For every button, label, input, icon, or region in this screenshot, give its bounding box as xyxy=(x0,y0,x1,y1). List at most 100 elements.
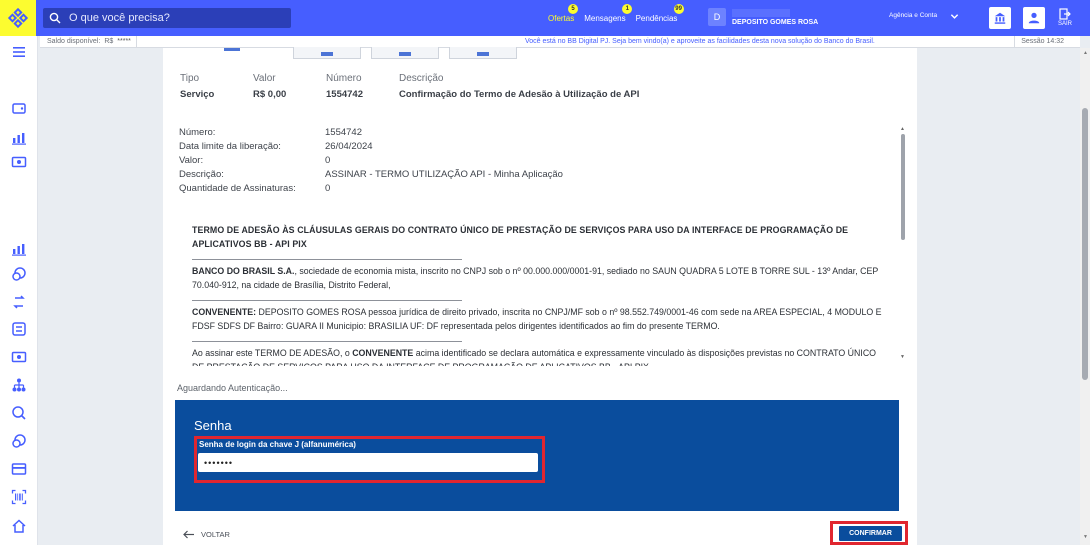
back-button[interactable]: VOLTAR xyxy=(183,530,230,539)
balance[interactable]: Saldo disponível: R$ ***** xyxy=(40,36,137,47)
arrow-left-icon xyxy=(183,530,194,539)
confirm-highlight: CONFIRMAR xyxy=(830,521,908,545)
summary-value-numero: 1554742 xyxy=(326,89,363,100)
bb-logo[interactable] xyxy=(0,0,36,36)
detail-value: 1554742 xyxy=(325,127,362,138)
term-title: TERMO DE ADESÃO ÀS CLÁUSULAS GERAIS DO C… xyxy=(192,225,849,249)
summary-header-numero: Número xyxy=(326,73,362,84)
detail-value: ASSINAR - TERMO UTILIZAÇÃO API - Minha A… xyxy=(325,169,563,180)
tab-1[interactable] xyxy=(293,47,361,59)
auth-status: Aguardando Autenticação... xyxy=(177,383,288,393)
summary-value-tipo: Serviço xyxy=(180,89,215,100)
password-field-highlight: Senha de login da chave J (alfanumérica)… xyxy=(194,436,545,483)
detail-label: Número: xyxy=(179,127,216,138)
info-bar: Saldo disponível: R$ ***** Você está no … xyxy=(40,36,1080,48)
card-icon[interactable] xyxy=(11,461,27,477)
investments-icon[interactable] xyxy=(11,241,27,257)
wallet-icon[interactable] xyxy=(11,100,27,116)
detail-label: Data limite da liberação: xyxy=(179,141,281,152)
password-title: Senha xyxy=(194,418,232,433)
search-icon xyxy=(49,12,61,24)
nav-pendencias[interactable]: 99 Pendências xyxy=(635,4,684,23)
detail-value: 0 xyxy=(325,183,331,194)
transaction-details: Número: 1554742 Data limite da liberação:… xyxy=(179,126,563,196)
bank-accessibility-button[interactable] xyxy=(989,7,1011,29)
summary-value-valor: R$ 0,00 xyxy=(253,89,287,100)
cash-icon[interactable] xyxy=(11,154,27,170)
chart-icon[interactable] xyxy=(11,130,27,146)
user-icon xyxy=(1028,12,1040,24)
detail-value: 0 xyxy=(325,155,331,166)
balance-label: Saldo disponível: xyxy=(47,38,101,45)
top-nav: 5 Ofertas 1 Mensagens 99 Pendências xyxy=(548,4,684,23)
payments-icon[interactable] xyxy=(11,349,27,365)
tabs xyxy=(293,47,517,59)
summary-header-valor: Valor xyxy=(253,73,276,84)
term-document[interactable]: Número: 1554742 Data limite da liberação:… xyxy=(163,118,909,366)
sidebar xyxy=(0,36,38,545)
profile-button[interactable] xyxy=(1023,7,1045,29)
search-input[interactable]: O que você precisa? xyxy=(43,8,291,28)
transfer-icon[interactable] xyxy=(11,294,27,310)
company-name: DEPOSITO GOMES ROSA xyxy=(732,18,819,26)
document-scrollbar[interactable]: ▲ ▼ xyxy=(899,126,907,366)
pendencias-badge: 99 xyxy=(673,4,684,14)
scroll-up-icon[interactable]: ▲ xyxy=(900,126,905,132)
tab-indicator xyxy=(224,48,240,51)
nav-ofertas-label: Ofertas xyxy=(548,14,575,23)
avatar: D xyxy=(708,8,726,26)
logout-button[interactable]: SAIR xyxy=(1055,8,1075,27)
nav-pendencias-label: Pendências xyxy=(635,14,678,23)
tab-2[interactable] xyxy=(371,47,439,59)
page-scroll-up-icon[interactable]: ▲ xyxy=(1083,50,1088,56)
password-panel: Senha Senha de login da chave J (alfanum… xyxy=(175,400,899,511)
summary-header-tipo: Tipo xyxy=(180,73,200,84)
divider xyxy=(192,251,462,260)
detail-row: Quantidade de Assinaturas: 0 xyxy=(179,182,563,196)
term-convenente-text: DEPOSITO GOMES ROSA pessoa jurídica de d… xyxy=(192,307,882,331)
balance-value: ***** xyxy=(117,38,131,45)
home-icon[interactable] xyxy=(11,518,27,534)
detail-row: Data limite da liberação: 26/04/2024 xyxy=(179,140,563,154)
coins-icon[interactable] xyxy=(11,266,27,282)
detail-row: Descrição: ASSINAR - TERMO UTILIZAÇÃO API… xyxy=(179,168,563,182)
detail-value: 26/04/2024 xyxy=(325,141,373,152)
scroll-down-icon[interactable]: ▼ xyxy=(900,354,905,360)
page-scroll-down-icon[interactable]: ▼ xyxy=(1083,534,1088,540)
term-bank-paragraph: BANCO DO BRASIL S.A., sociedade de econo… xyxy=(192,264,886,292)
user-account[interactable]: D DEPOSITO GOMES ROSA xyxy=(708,8,818,26)
nav-mensagens[interactable]: 1 Mensagens xyxy=(584,4,633,23)
tab-3[interactable] xyxy=(449,47,517,59)
password-label: Senha de login da chave J (alfanumérica) xyxy=(199,440,356,449)
confirm-button[interactable]: CONFIRMAR xyxy=(839,526,902,541)
term-bank-name: BANCO DO BRASIL S.A. xyxy=(192,266,295,276)
bank-icon xyxy=(994,12,1006,24)
term-convenente-paragraph: CONVENENTE: DEPOSITO GOMES ROSA pessoa j… xyxy=(192,305,886,333)
loans-icon[interactable] xyxy=(11,433,27,449)
transaction-summary: Tipo Serviço Valor R$ 0,00 Número 155474… xyxy=(180,73,659,100)
org-chart-icon[interactable] xyxy=(11,377,27,393)
page-scrollbar[interactable]: ▲ ▼ xyxy=(1080,48,1090,545)
mensagens-badge: 1 xyxy=(622,4,633,14)
term-adhesion-pre: Ao assinar este TERMO DE ADESÃO, o xyxy=(192,348,353,358)
exchange-icon[interactable] xyxy=(11,321,27,337)
nav-ofertas[interactable]: 5 Ofertas xyxy=(548,4,578,23)
redacted-user-name xyxy=(732,8,790,17)
divider xyxy=(192,333,462,342)
agency-label[interactable]: Agência e Conta xyxy=(889,11,937,20)
chevron-down-icon[interactable] xyxy=(950,12,959,21)
main-card: Tipo Serviço Valor R$ 0,00 Número 155474… xyxy=(163,47,917,545)
top-bar: O que você precisa? 5 Ofertas 1 Mensagen… xyxy=(0,0,1090,36)
barcode-icon[interactable] xyxy=(11,489,27,505)
term-adhesion-paragraph: Ao assinar este TERMO DE ADESÃO, o CONVE… xyxy=(192,346,886,366)
term-adhesion-bold: CONVENENTE xyxy=(352,348,414,358)
money-search-icon[interactable] xyxy=(11,405,27,421)
document-scrollbar-thumb[interactable] xyxy=(901,134,905,240)
password-input[interactable]: ••••••• xyxy=(198,453,538,472)
ofertas-badge: 5 xyxy=(568,4,578,14)
back-label: VOLTAR xyxy=(201,530,230,539)
menu-icon[interactable] xyxy=(11,44,27,60)
detail-row: Valor: 0 xyxy=(179,154,563,168)
page-scrollbar-thumb[interactable] xyxy=(1082,108,1088,380)
nav-mensagens-label: Mensagens xyxy=(584,14,626,23)
